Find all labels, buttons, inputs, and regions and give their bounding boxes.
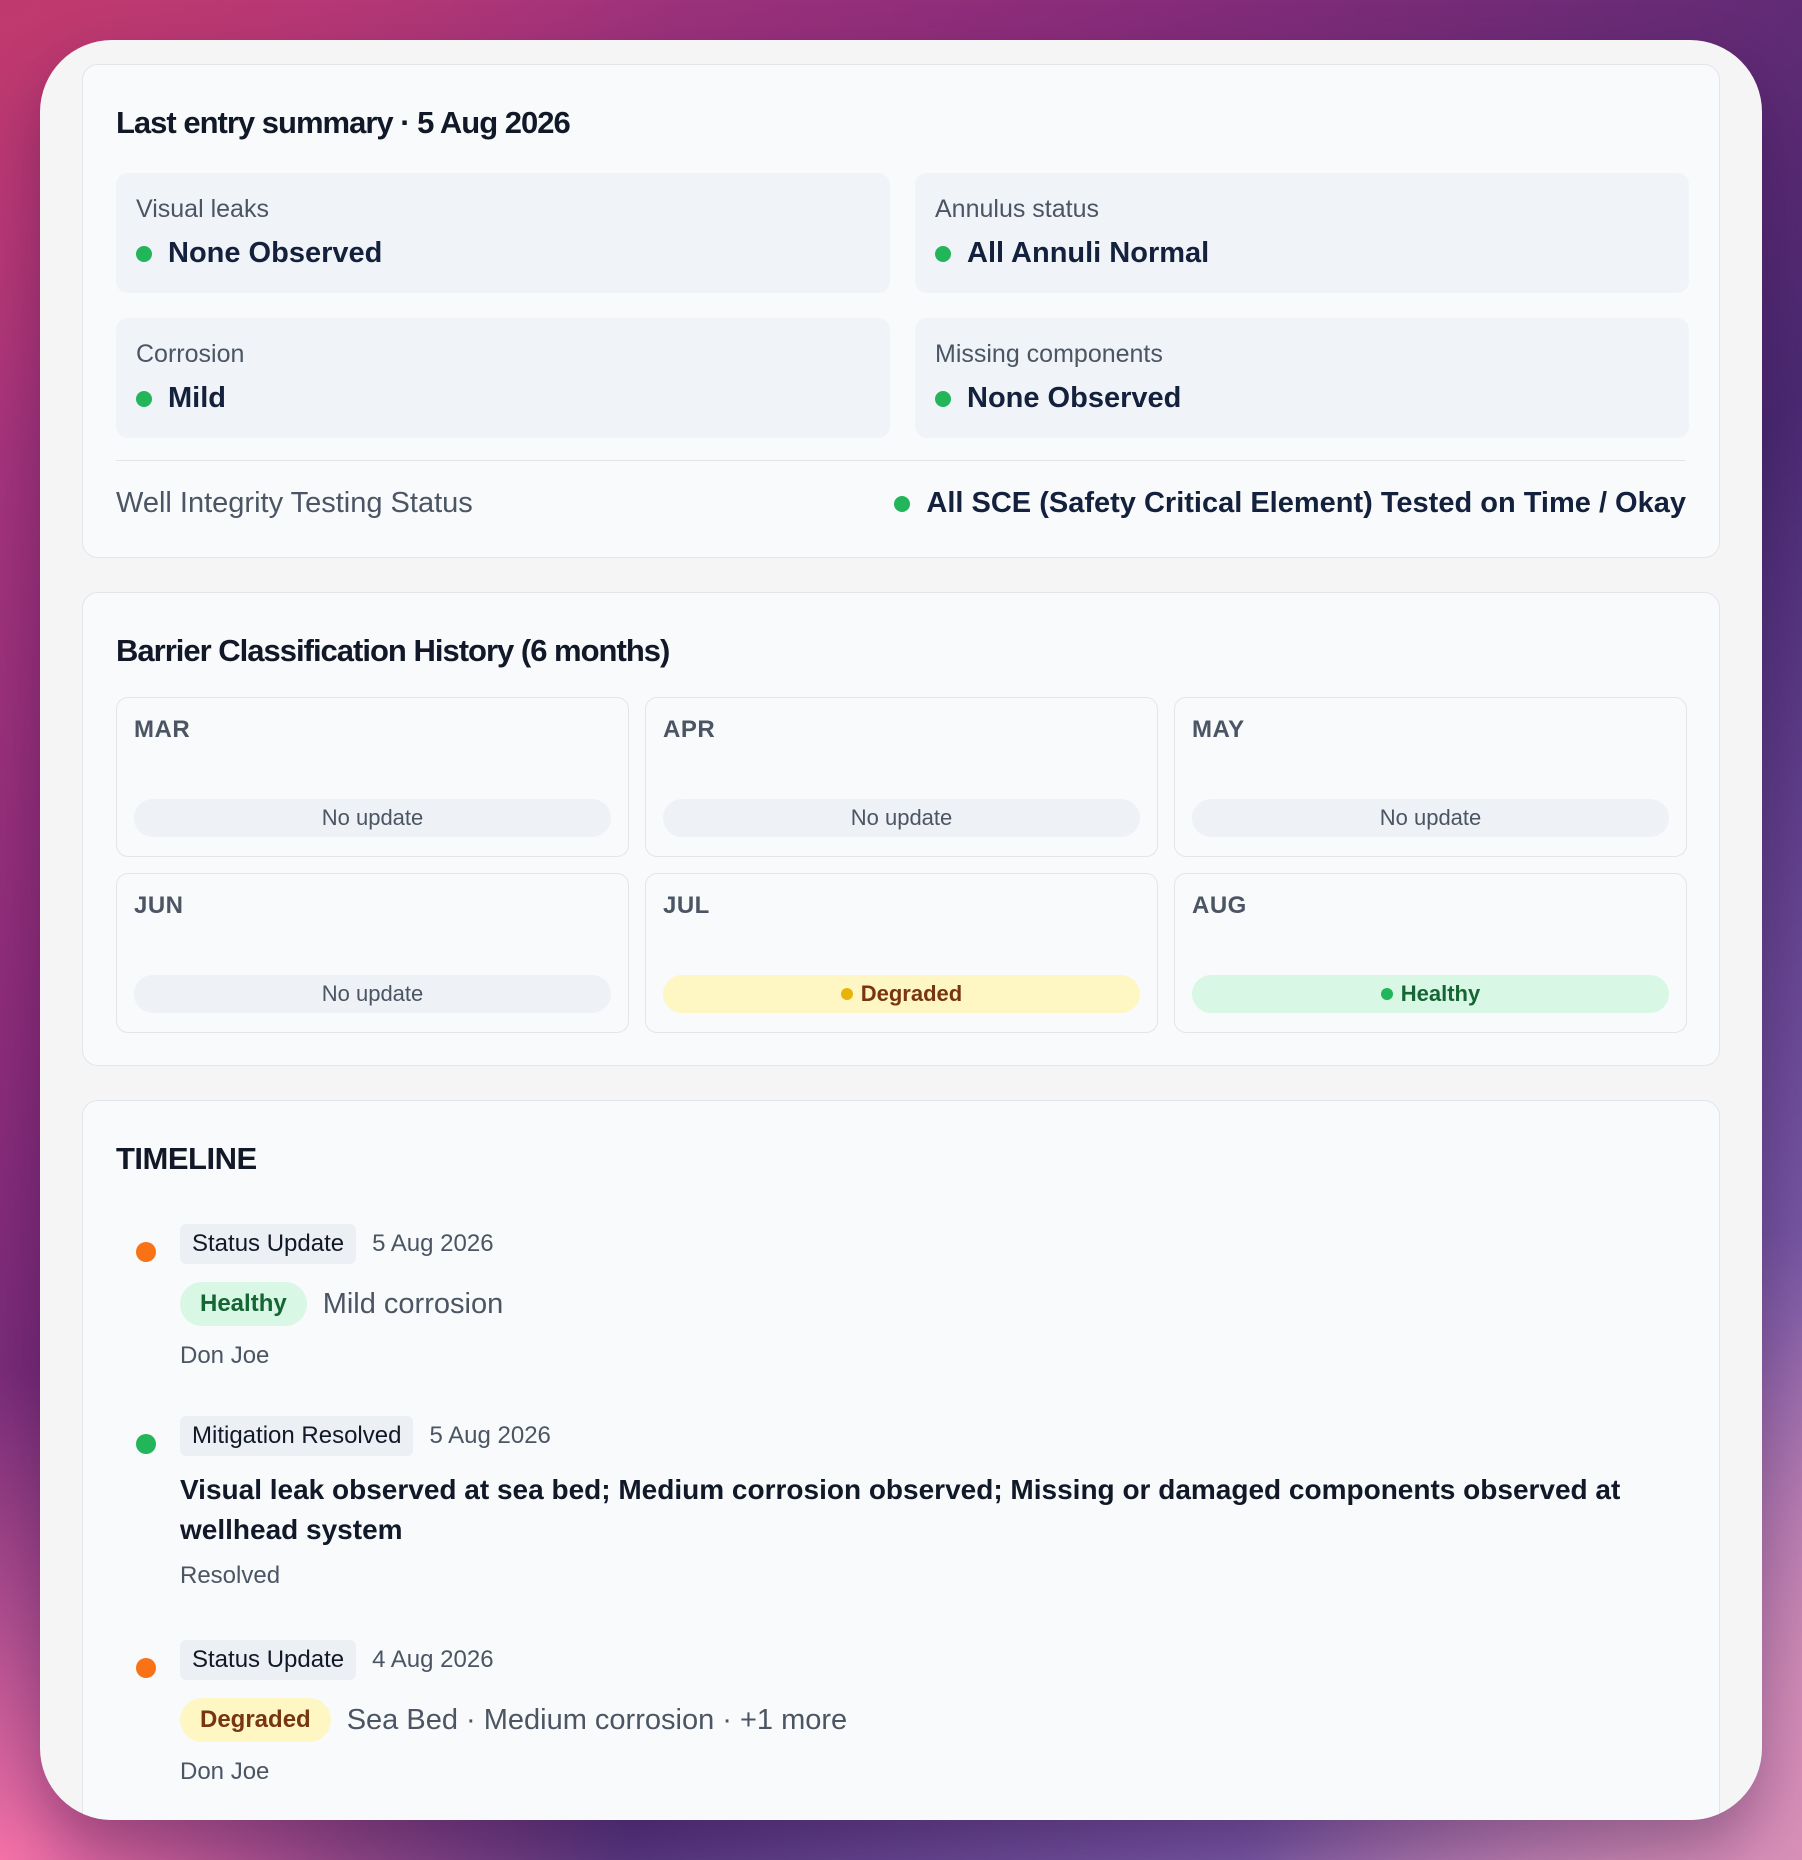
testing-status-value: All SCE (Safety Critical Element) Tested… (894, 487, 1686, 520)
status-dot-icon (840, 988, 853, 1000)
event-description: Visual leak observed at sea bed; Medium … (180, 1474, 1621, 1545)
event-date: 5 Aug 2026 (372, 1230, 494, 1257)
event-author: Don Joe (180, 1758, 270, 1785)
history-title: Barrier Classification History (6 months… (116, 633, 670, 668)
timeline-item-body: Healthy Mild corrosion (180, 1282, 503, 1326)
status-dot-icon (935, 390, 951, 407)
divider (116, 460, 1686, 461)
month-card-apr[interactable]: APR No update (645, 697, 1158, 857)
testing-status-label: Well Integrity Testing Status (116, 487, 473, 519)
tile-value: None Observed (136, 237, 382, 270)
status-pill-text: No update (850, 805, 953, 830)
timeline-dot-icon (136, 1434, 156, 1454)
status-pill: No update (1192, 799, 1669, 837)
event-description: Sea Bed · Medium corrosion · +1 more (346, 1703, 848, 1736)
tile-value-text: None Observed (168, 237, 383, 269)
status-pill-text: No update (1379, 805, 1482, 830)
barrier-history-card: Barrier Classification History (6 months… (82, 592, 1720, 1066)
month-name: APR (663, 716, 716, 743)
month-card-jun[interactable]: JUN No update (116, 873, 629, 1033)
tile-value: Mild (136, 382, 226, 415)
tile-label: Visual leaks (136, 195, 269, 223)
event-type-tag: Status Update (180, 1224, 357, 1264)
tile-label: Annulus status (935, 195, 1099, 223)
status-pill: No update (663, 799, 1140, 837)
month-card-may[interactable]: MAY No update (1174, 697, 1687, 857)
tile-value: None Observed (935, 382, 1181, 415)
timeline-item-header: Status Update 4 Aug 2026 (180, 1640, 494, 1680)
timeline-item[interactable]: Status Update 5 Aug 2026 Healthy Mild co… (116, 1224, 1686, 1374)
status-pill: No update (134, 975, 611, 1013)
status-dot-icon (935, 245, 951, 262)
timeline-item-body: Degraded Sea Bed · Medium corrosion · +1… (180, 1698, 847, 1742)
event-type-tag: Status Update (180, 1640, 357, 1680)
tile-value: All Annuli Normal (935, 237, 1209, 270)
event-status: Resolved (180, 1562, 281, 1589)
month-card-aug[interactable]: AUG Healthy (1174, 873, 1687, 1033)
status-pill-text: Healthy (1400, 981, 1481, 1006)
summary-title: Last entry summary · 5 Aug 2026 (116, 105, 571, 140)
timeline-item[interactable]: Mitigation Resolved 5 Aug 2026 Visual le… (116, 1416, 1686, 1596)
event-description: Mild corrosion (322, 1287, 504, 1320)
timeline-dot-icon (136, 1242, 156, 1262)
tile-value-text: None Observed (967, 382, 1182, 414)
event-type-tag: Mitigation Resolved (180, 1416, 414, 1456)
testing-status-text: All SCE (Safety Critical Element) Tested… (926, 487, 1686, 519)
tile-label: Missing components (935, 340, 1163, 368)
classification-chip: Degraded (180, 1698, 331, 1742)
status-dot-icon (894, 495, 911, 512)
timeline-title: TIMELINE (116, 1141, 257, 1176)
status-pill-text: Degraded (860, 981, 963, 1006)
tile-annulus-status: Annulus status All Annuli Normal (915, 173, 1689, 293)
timeline-item-header: Status Update 5 Aug 2026 (180, 1224, 494, 1264)
event-date: 4 Aug 2026 (372, 1646, 494, 1673)
status-dot-icon (136, 390, 152, 407)
event-date: 5 Aug 2026 (429, 1422, 551, 1449)
tile-corrosion: Corrosion Mild (116, 318, 890, 438)
event-author: Don Joe (180, 1342, 270, 1369)
timeline-card: TIMELINE Status Update 5 Aug 2026 Health… (82, 1100, 1720, 1820)
month-name: AUG (1192, 892, 1247, 919)
timeline-item[interactable]: Status Update 4 Aug 2026 Degraded Sea Be… (116, 1640, 1686, 1790)
tile-value-text: All Annuli Normal (967, 237, 1210, 269)
status-pill: No update (134, 799, 611, 837)
month-name: JUL (663, 892, 710, 919)
month-card-jul[interactable]: JUL Degraded (645, 873, 1158, 1033)
status-dot-icon (136, 245, 152, 262)
status-dot-icon (1380, 988, 1393, 1000)
status-pill: Degraded (663, 975, 1140, 1013)
timeline-item-header: Mitigation Resolved 5 Aug 2026 (180, 1416, 551, 1456)
month-name: JUN (134, 892, 184, 919)
month-name: MAY (1192, 716, 1245, 743)
tile-value-text: Mild (168, 382, 226, 414)
status-pill-text: No update (321, 981, 424, 1006)
last-entry-summary-card: Last entry summary · 5 Aug 2026 Visual l… (82, 64, 1720, 558)
tile-visual-leaks: Visual leaks None Observed (116, 173, 890, 293)
timeline-dot-icon (136, 1658, 156, 1678)
month-name: MAR (134, 716, 191, 743)
tile-missing-components: Missing components None Observed (915, 318, 1689, 438)
status-pill: Healthy (1192, 975, 1669, 1013)
month-card-mar[interactable]: MAR No update (116, 697, 629, 857)
tile-label: Corrosion (136, 340, 245, 368)
classification-chip: Healthy (180, 1282, 307, 1326)
status-pill-text: No update (321, 805, 424, 830)
app-window: Last entry summary · 5 Aug 2026 Visual l… (40, 40, 1762, 1820)
